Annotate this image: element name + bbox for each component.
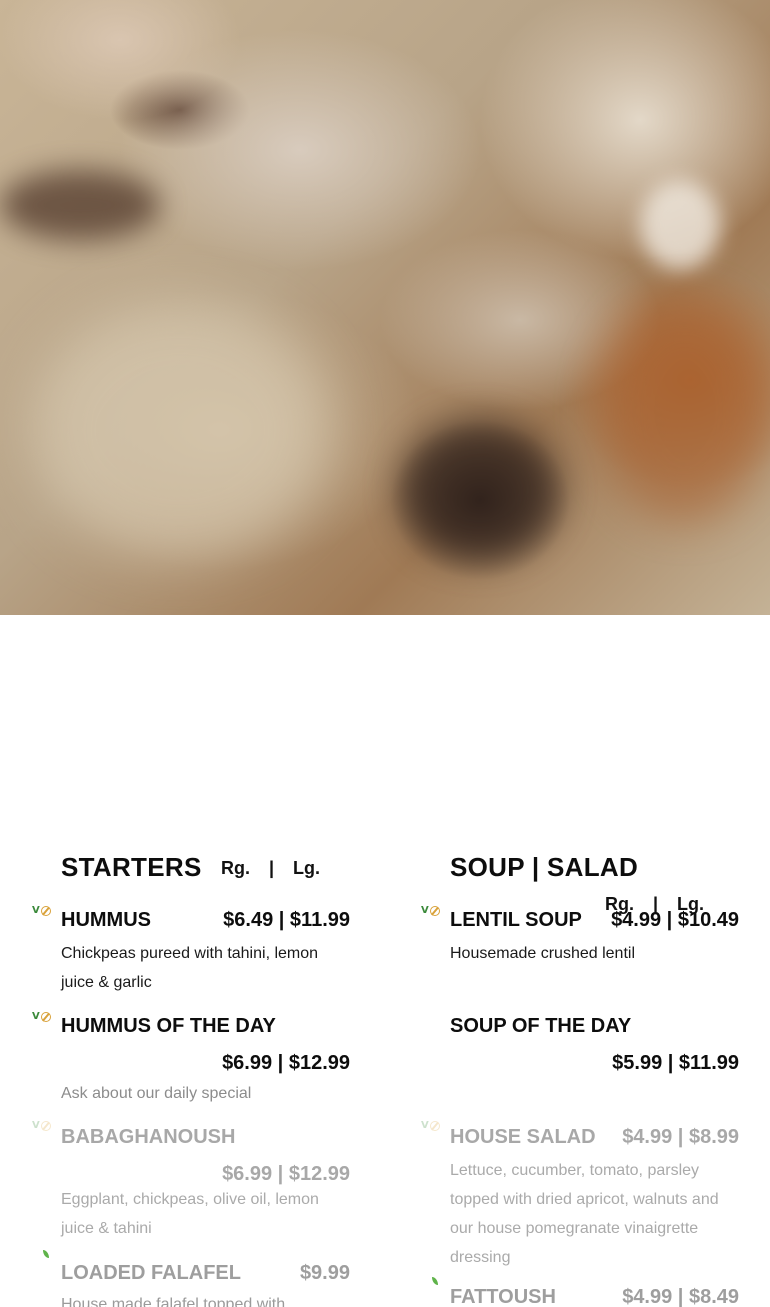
leaf-icon: [43, 1250, 49, 1258]
item-price: $5.99 | $11.99: [612, 1052, 739, 1074]
vegan-gluten-free-icon: V: [421, 1120, 441, 1132]
item-name: HUMMUS OF THE DAY: [61, 1015, 276, 1037]
vegan-gluten-free-icon: V: [421, 905, 441, 917]
vegan-gluten-free-icon: V: [32, 1011, 52, 1023]
item-price: $6.49 | $11.99: [223, 909, 350, 931]
item-name: HUMMUS: [61, 909, 151, 931]
size-header: Rg. | Lg.: [221, 858, 321, 878]
section-title: SOUP | SALAD: [450, 852, 639, 882]
item-name: BABAGHANOUSH: [61, 1126, 236, 1148]
item-description: House made falafel topped with: [61, 1296, 286, 1307]
item-name: SOUP OF THE DAY: [450, 1015, 632, 1037]
section-title: STARTERS: [61, 852, 202, 882]
item-price: $4.99 | $8.99: [622, 1126, 739, 1148]
item-description: Housemade crushed lentil: [450, 945, 635, 962]
item-name: HOUSE SALAD: [450, 1126, 596, 1148]
item-description: Lettuce, cucumber, tomato, parsley toppe…: [450, 1162, 719, 1266]
item-description: Ask about our daily special: [61, 1085, 252, 1102]
item-price: $4.99 | $10.49: [611, 909, 739, 931]
item-description: Chickpeas pureed with tahini, lemon juic…: [61, 945, 319, 991]
vegan-gluten-free-icon: V: [32, 1120, 52, 1132]
item-price: $6.99 | $12.99: [222, 1052, 350, 1074]
hero-food-image: [0, 0, 770, 615]
item-name: LOADED FALAFEL: [61, 1262, 241, 1284]
item-description: Eggplant, chickpeas, olive oil, lemon ju…: [61, 1191, 319, 1237]
leaf-icon: [432, 1277, 438, 1285]
item-price: $9.99: [299, 1262, 350, 1284]
item-name: LENTIL SOUP: [450, 909, 582, 931]
vegan-gluten-free-icon: V: [32, 905, 52, 917]
item-name: FATTOUSH: [450, 1286, 556, 1307]
item-price: $6.99 | $12.99: [222, 1163, 350, 1185]
item-price: $4.99 | $8.49: [622, 1286, 739, 1307]
